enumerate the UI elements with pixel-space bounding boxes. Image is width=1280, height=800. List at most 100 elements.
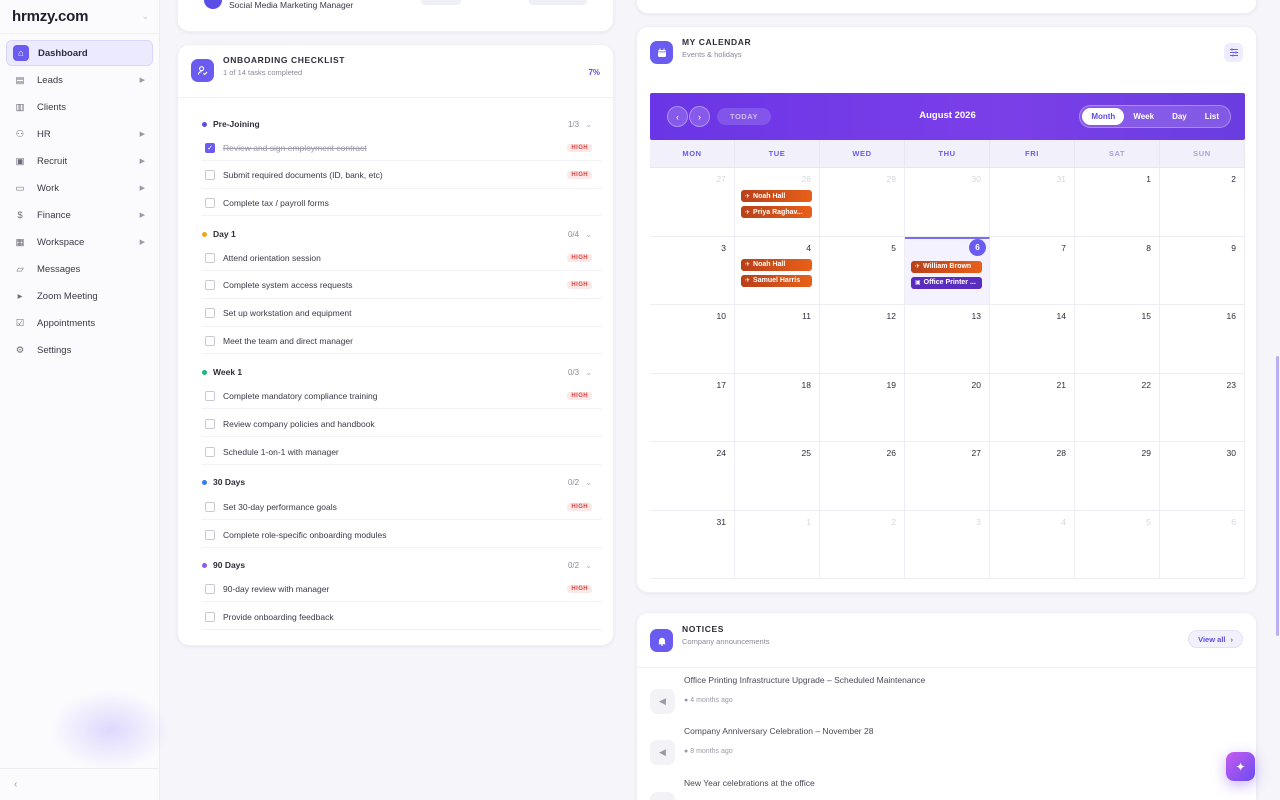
calendar-day[interactable]: 19	[820, 373, 905, 442]
divider	[178, 97, 613, 98]
scrollbar-thumb[interactable]	[1276, 356, 1279, 636]
calendar-event[interactable]: ▣ Office Printer ...	[911, 276, 982, 289]
notice-item[interactable]: ◀ Company Anniversary Celebration – Novem…	[650, 726, 1240, 772]
task-checkbox[interactable]	[205, 418, 215, 429]
checklist-section-header[interactable]: 30 Days 0/2 ⌄	[202, 475, 592, 489]
logo[interactable]: hrmzy.com	[12, 8, 88, 25]
calendar-day[interactable]: 1	[735, 510, 820, 579]
calendar-day[interactable]: 18	[735, 373, 820, 442]
checklist-section-header[interactable]: Pre-Joining 1/3 ⌄	[202, 117, 592, 131]
calendar-day[interactable]: 3	[650, 236, 735, 305]
task-checkbox[interactable]	[205, 583, 215, 594]
task-checkbox[interactable]	[205, 446, 215, 457]
task-checkbox[interactable]	[205, 308, 215, 319]
contact-card-icon: ▤	[15, 74, 25, 86]
sidebar-item-messages[interactable]: ▱ Messages	[6, 256, 153, 282]
calendar-day[interactable]: 5	[820, 236, 905, 305]
calendar-day[interactable]: 28 ✈ Noah Hall ✈ Priya Raghav...	[735, 168, 820, 237]
calendar-day[interactable]: 28	[990, 442, 1075, 511]
scrollbar[interactable]	[1274, 0, 1280, 800]
calendar-day[interactable]: 10	[650, 305, 735, 374]
logo-text: hrmzy.com	[12, 8, 89, 25]
task-checkbox[interactable]	[205, 611, 215, 622]
view-list-button[interactable]: List	[1196, 108, 1228, 125]
calendar-day[interactable]: 29	[1075, 442, 1160, 511]
calendar-day[interactable]: 31	[650, 510, 735, 579]
calendar-day[interactable]: 4 ✈ Noah Hall ✈ Samuel Harris	[735, 236, 820, 305]
chevron-down-icon[interactable]: ⌄	[141, 11, 149, 22]
calendar-day[interactable]: 2	[1160, 168, 1245, 237]
filter-button[interactable]	[1224, 43, 1243, 62]
task-checkbox[interactable]	[205, 390, 215, 401]
sidebar-item-workspace[interactable]: ▦ Workspace ▶	[6, 229, 153, 255]
task-checkbox[interactable]	[205, 170, 215, 180]
sidebar-item-dashboard[interactable]: ⌂ Dashboard	[6, 40, 153, 66]
calendar-day[interactable]: 12	[820, 305, 905, 374]
sidebar-item-hr[interactable]: ⚇ HR ▶	[6, 121, 153, 147]
calendar-day[interactable]: 17	[650, 373, 735, 442]
sidebar-collapse-button[interactable]: ‹	[0, 768, 160, 800]
day-number: 7	[1061, 242, 1066, 253]
notice-item[interactable]: ◀ Office Printing Infrastructure Upgrade …	[650, 675, 1240, 721]
calendar-day[interactable]: 31	[990, 168, 1075, 237]
view-all-button[interactable]: View all ›	[1188, 630, 1243, 648]
calendar-day[interactable]: 27	[905, 442, 990, 511]
calendar-event[interactable]: ✈ Samuel Harris	[741, 274, 812, 287]
calendar-day[interactable]: 13	[905, 305, 990, 374]
task-checkbox[interactable]	[205, 529, 215, 540]
task-checkbox[interactable]: ✓	[205, 142, 215, 153]
calendar-day[interactable]: 22	[1075, 373, 1160, 442]
calendar-day[interactable]: 11	[735, 305, 820, 374]
notice-item[interactable]: ◀ New Year celebrations at the office	[650, 778, 1240, 800]
calendar-day[interactable]: 21	[990, 373, 1075, 442]
calendar-event[interactable]: ✈ Noah Hall	[741, 190, 812, 202]
calendar-day[interactable]: 26	[820, 442, 905, 511]
calendar-day[interactable]: 6	[1160, 510, 1245, 579]
calendar-day[interactable]: 25	[735, 442, 820, 511]
task-checkbox[interactable]	[205, 252, 215, 263]
view-month-button[interactable]: Month	[1082, 108, 1125, 125]
calendar-day[interactable]: 8	[1075, 236, 1160, 305]
calendar-day-today[interactable]: 6 ✈ William Brown ▣ Office Printer ...	[905, 236, 990, 305]
sidebar-item-work[interactable]: ▭ Work ▶	[6, 175, 153, 201]
task-checkbox[interactable]	[205, 197, 215, 208]
sidebar-item-finance[interactable]: $ Finance ▶	[6, 202, 153, 228]
calendar-event[interactable]: ✈ William Brown	[911, 260, 982, 273]
calendar-day[interactable]: 2	[820, 510, 905, 579]
checklist-section-header[interactable]: Week 1 0/3 ⌄	[202, 365, 592, 379]
view-week-button[interactable]: Week	[1124, 108, 1163, 125]
calendar-day[interactable]: 5	[1075, 510, 1160, 579]
calendar-event[interactable]: ✈ Priya Raghav...	[741, 206, 812, 218]
calendar-day[interactable]: 27	[650, 168, 735, 237]
calendar-day[interactable]: 20	[905, 373, 990, 442]
checklist-section-header[interactable]: Day 1 0/4 ⌄	[202, 227, 592, 241]
calendar-day[interactable]: 15	[1075, 305, 1160, 374]
calendar-day[interactable]: 30	[1160, 442, 1245, 511]
calendar-day[interactable]: 24	[650, 442, 735, 511]
view-day-button[interactable]: Day	[1163, 108, 1196, 125]
calendar-day[interactable]: 29	[820, 168, 905, 237]
calendar-day[interactable]: 16	[1160, 305, 1245, 374]
sidebar-item-settings[interactable]: ⚙ Settings	[6, 337, 153, 363]
calendar-day[interactable]: 30	[905, 168, 990, 237]
sidebar-item-zoom-meeting[interactable]: ▸ Zoom Meeting	[6, 283, 153, 309]
task-checkbox[interactable]	[205, 280, 215, 291]
sidebar-item-clients[interactable]: ▥ Clients	[6, 94, 153, 120]
sidebar-item-appointments[interactable]: ☑ Appointments	[6, 310, 153, 336]
ai-assistant-button[interactable]: ✦	[1226, 752, 1255, 781]
calendar-day[interactable]: 7	[990, 236, 1075, 305]
calendar-day[interactable]: 23	[1160, 373, 1245, 442]
calendar-day[interactable]: 14	[990, 305, 1075, 374]
calendar-day[interactable]: 9	[1160, 236, 1245, 305]
task-checkbox[interactable]	[205, 335, 215, 346]
event-label: William Brown	[923, 263, 972, 270]
calendar-day[interactable]: 4	[990, 510, 1075, 579]
calendar-event[interactable]: ✈ Noah Hall	[741, 258, 812, 271]
task-label: Submit required documents (ID, bank, etc…	[223, 170, 383, 180]
calendar-day[interactable]: 3	[905, 510, 990, 579]
calendar-day[interactable]: 1	[1075, 168, 1160, 237]
sidebar-item-recruit[interactable]: ▣ Recruit ▶	[6, 148, 153, 174]
checklist-section-header[interactable]: 90 Days 0/2 ⌄	[202, 558, 592, 572]
task-checkbox[interactable]	[205, 501, 215, 512]
sidebar-item-leads[interactable]: ▤ Leads ▶	[6, 67, 153, 93]
